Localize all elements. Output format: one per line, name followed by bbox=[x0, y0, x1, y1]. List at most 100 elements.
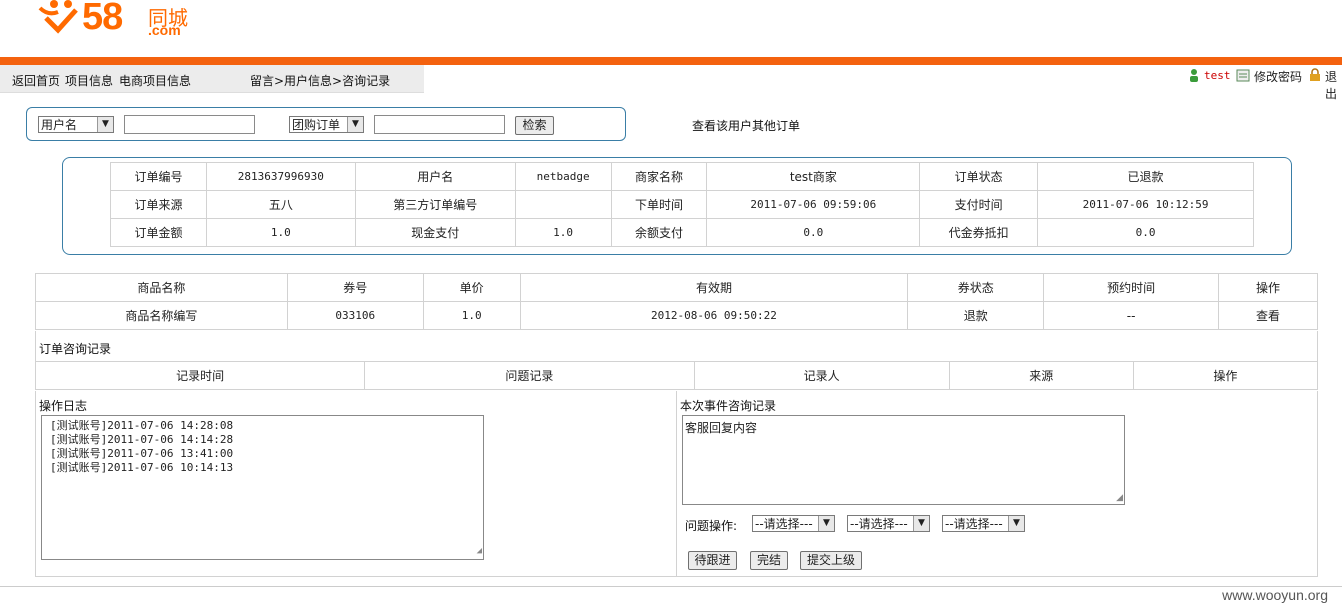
chevron-down-icon: ▼ bbox=[1008, 516, 1024, 531]
order-info-value: netbadge bbox=[514, 162, 612, 191]
consult-column-header: 记录时间 bbox=[34, 361, 366, 390]
order-info-value: test商家 bbox=[706, 162, 921, 191]
breadcrumb: 留言>用户信息>咨询记录 bbox=[250, 74, 391, 88]
order-info-label: 现金支付 bbox=[354, 218, 516, 247]
order-info-value: 1.0 bbox=[205, 218, 356, 247]
product-table: 商品名称 券号 单价 有效期 券状态 预约时间 操作 商品名称编写 033106 1.0 2012… bbox=[35, 273, 1318, 330]
order-info-label: 支付时间 bbox=[919, 190, 1039, 219]
resize-handle-icon[interactable]: ◢ bbox=[1116, 493, 1123, 503]
reply-text: 客服回复内容 bbox=[685, 421, 758, 435]
order-info-label: 订单状态 bbox=[919, 162, 1039, 191]
header-accent-bar bbox=[0, 57, 1342, 65]
log-entry: [测试账号]2011-07-06 13:41:00 bbox=[50, 447, 234, 460]
order-info-label: 用户名 bbox=[354, 162, 516, 191]
product-cell: 商品名称编写 bbox=[35, 301, 288, 330]
order-info-label: 订单来源 bbox=[110, 190, 207, 219]
search-field-select[interactable]: 用户名 ▼ bbox=[38, 116, 114, 133]
log-entry: [测试账号]2011-07-06 14:28:08 bbox=[50, 419, 234, 432]
log-title: 操作日志 bbox=[39, 399, 88, 413]
chevron-down-icon: ▼ bbox=[913, 516, 929, 531]
problem-operation-label: 问题操作: bbox=[685, 519, 738, 533]
consult-column-header: 问题记录 bbox=[364, 361, 695, 390]
table-row: 商品名称编写 033106 1.0 2012-08-06 09:50:22 退款 -- 查看 bbox=[35, 301, 1318, 330]
order-info-value: 0.0 bbox=[706, 218, 921, 247]
order-info-row: 订单编号 2813637996930 用户名 netbadge 商家名称 test商家 订单… bbox=[110, 162, 1254, 191]
order-info-label: 商家名称 bbox=[610, 162, 708, 191]
search-field-value: 用户名 bbox=[41, 118, 78, 132]
chevron-down-icon: ▼ bbox=[97, 117, 113, 132]
consult-column-header: 操作 bbox=[1132, 361, 1319, 390]
order-info-value: 1.0 bbox=[514, 218, 612, 247]
consult-table: 记录时间 问题记录 记录人 来源 操作 bbox=[34, 361, 1319, 390]
consult-header-frame bbox=[35, 331, 1318, 361]
consult-column-header: 记录人 bbox=[693, 361, 950, 390]
watermark: www.wooyun.org bbox=[1222, 587, 1328, 603]
order-info-value: 五八 bbox=[205, 190, 356, 219]
bottom-divider bbox=[0, 586, 1342, 587]
consult-title: 订单咨询记录 bbox=[39, 342, 112, 356]
order-info-table: 订单编号 2813637996930 用户名 netbadge 商家名称 test商家 订单… bbox=[110, 162, 1254, 247]
password-icon bbox=[1236, 68, 1250, 85]
order-info-value: 已退款 bbox=[1037, 162, 1254, 191]
product-column-header: 商品名称 bbox=[35, 273, 288, 302]
problem-select-1[interactable]: --请选择--- ▼ bbox=[752, 515, 835, 532]
complete-button[interactable]: 完结 bbox=[750, 551, 788, 570]
product-cell: -- bbox=[1043, 301, 1220, 330]
site-logo[interactable]: 58 同城 .com bbox=[36, 0, 196, 40]
product-column-header: 单价 bbox=[422, 273, 521, 302]
order-info-label: 第三方订单编号 bbox=[354, 190, 516, 219]
change-password-link[interactable]: 修改密码 bbox=[1254, 68, 1302, 85]
problem-select-value: --请选择--- bbox=[850, 517, 908, 531]
product-column-header: 券状态 bbox=[907, 273, 1045, 302]
order-info-row: 订单金额 1.0 现金支付 1.0 余额支付 0.0 代金券抵扣 0.0 bbox=[110, 218, 1254, 247]
product-cell: 2012-08-06 09:50:22 bbox=[519, 301, 909, 330]
problem-select-3[interactable]: --请选择--- ▼ bbox=[942, 515, 1025, 532]
logout-link[interactable]: 退出 bbox=[1325, 68, 1342, 102]
product-cell: 033106 bbox=[286, 301, 424, 330]
product-cell: 1.0 bbox=[422, 301, 521, 330]
order-info-value bbox=[514, 190, 612, 219]
order-input[interactable] bbox=[374, 115, 505, 134]
logo-mascot-icon bbox=[38, 0, 78, 34]
pending-followup-button[interactable]: 待跟进 bbox=[688, 551, 737, 570]
nav-item-ecommerce[interactable]: 电商项目信息 bbox=[119, 72, 191, 89]
user-icon bbox=[1188, 68, 1200, 85]
logo-number: 58 bbox=[82, 0, 123, 38]
product-column-header: 券号 bbox=[286, 273, 424, 302]
order-info-value: 2813637996930 bbox=[205, 162, 356, 191]
view-link[interactable]: 查看 bbox=[1218, 301, 1318, 330]
product-column-header: 预约时间 bbox=[1043, 273, 1220, 302]
order-info-label: 订单编号 bbox=[110, 162, 207, 191]
username-link[interactable]: test bbox=[1204, 69, 1231, 82]
operation-log-textarea[interactable]: [测试账号]2011-07-06 14:28:08 [测试账号]2011-07-… bbox=[41, 415, 484, 560]
search-button[interactable]: 检索 bbox=[515, 116, 554, 135]
log-entry: [测试账号]2011-07-06 10:14:13 bbox=[50, 461, 234, 474]
nav-item-projects[interactable]: 项目信息 bbox=[65, 72, 113, 89]
nav-item-home[interactable]: 返回首页 bbox=[12, 72, 60, 89]
chevron-down-icon: ▼ bbox=[347, 117, 363, 132]
other-orders-link[interactable]: 查看该用户其他订单 bbox=[692, 117, 800, 134]
order-info-value: 0.0 bbox=[1037, 218, 1254, 247]
order-type-select[interactable]: 团购订单 ▼ bbox=[289, 116, 364, 133]
order-info-label: 余额支付 bbox=[610, 218, 708, 247]
chevron-down-icon: ▼ bbox=[818, 516, 834, 531]
order-info-label: 代金券抵扣 bbox=[919, 218, 1039, 247]
product-cell: 退款 bbox=[907, 301, 1045, 330]
search-input[interactable] bbox=[124, 115, 255, 134]
order-info-value: 2011-07-06 10:12:59 bbox=[1037, 190, 1254, 219]
product-column-header: 操作 bbox=[1218, 273, 1318, 302]
order-info-value: 2011-07-06 09:59:06 bbox=[706, 190, 921, 219]
order-info-label: 下单时间 bbox=[610, 190, 708, 219]
reply-textarea[interactable]: 客服回复内容 ◢ bbox=[682, 415, 1125, 505]
logo-domain: .com bbox=[148, 22, 181, 38]
problem-select-value: --请选择--- bbox=[755, 517, 813, 531]
event-title: 本次事件咨询记录 bbox=[680, 399, 777, 413]
order-info-row: 订单来源 五八 第三方订单编号 下单时间 2011-07-06 09:59:06 支付时间… bbox=[110, 190, 1254, 219]
problem-select-value: --请选择--- bbox=[945, 517, 1003, 531]
lock-icon bbox=[1308, 68, 1322, 85]
problem-select-2[interactable]: --请选择--- ▼ bbox=[847, 515, 930, 532]
escalate-button[interactable]: 提交上级 bbox=[800, 551, 862, 570]
resize-handle-icon[interactable]: ◢ bbox=[477, 544, 482, 558]
log-entry: [测试账号]2011-07-06 14:14:28 bbox=[50, 433, 234, 446]
order-info-label: 订单金额 bbox=[110, 218, 207, 247]
